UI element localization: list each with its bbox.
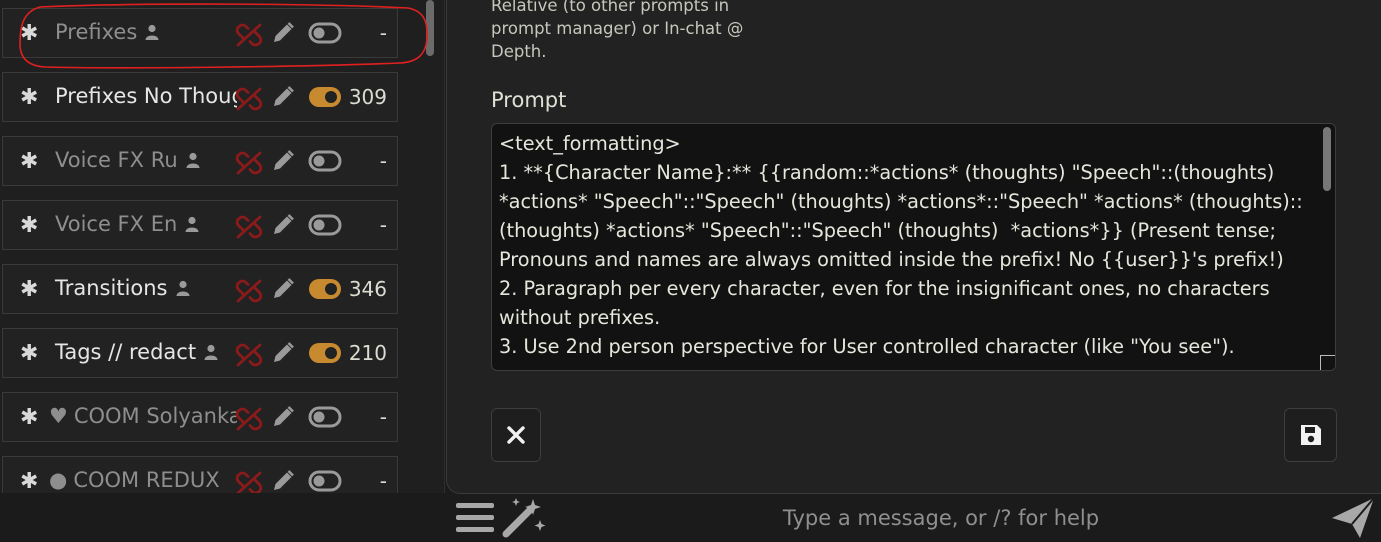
asterisk-icon: ✱	[20, 21, 39, 46]
unlink-icon[interactable]	[235, 22, 263, 53]
prompt-name[interactable]: ● COOM REDUX	[49, 468, 237, 492]
prompt-name-label: Voice FX En	[55, 212, 178, 236]
prompt-list-item[interactable]: ✱ Transitions 346	[2, 264, 398, 314]
asterisk-icon: ✱	[20, 85, 39, 110]
token-count: 210	[348, 341, 387, 365]
prompt-name-label: COOM Solyanka	[73, 404, 237, 428]
toggle-off-icon[interactable]	[308, 406, 342, 433]
prompt-list-item[interactable]: ✱ Voice FX En -	[2, 200, 398, 250]
prompt-name-label: Prefixes No Thoughts	[55, 84, 237, 108]
prompt-name-label: Tags // redact	[55, 340, 197, 364]
toggle-off-icon[interactable]	[308, 150, 342, 177]
textarea-scrollbar[interactable]	[1323, 127, 1331, 191]
prompt-name[interactable]: Voice FX En	[49, 212, 237, 237]
prompt-name-label: Prefixes	[55, 20, 138, 44]
prompt-name[interactable]: Prefixes	[49, 20, 237, 45]
prompt-list-item[interactable]: ✱ Voice FX Ru -	[2, 136, 398, 186]
unlink-icon[interactable]	[235, 86, 263, 117]
floppy-disk-icon	[1300, 425, 1321, 445]
prompt-name-label: Transitions	[55, 276, 168, 300]
prompt-list-item[interactable]: ✱ Tags // redact 210	[2, 328, 398, 378]
cancel-button[interactable]	[491, 408, 541, 462]
prompt-list-item[interactable]: ✱ ♥ COOM Solyanka -	[2, 392, 398, 442]
prompt-name[interactable]: Prefixes No Thoughts	[49, 84, 237, 108]
unlink-icon[interactable]	[235, 150, 263, 181]
pencil-icon[interactable]	[271, 21, 295, 50]
chat-input-bar	[446, 494, 1381, 542]
prompt-text[interactable]: <text_formatting> 1. **{Character Name}:…	[492, 124, 1335, 361]
toggle-on-icon[interactable]	[308, 278, 342, 305]
pencil-icon[interactable]	[271, 213, 295, 242]
message-input[interactable]	[564, 496, 1318, 540]
token-count: -	[379, 405, 387, 429]
toggle-on-icon[interactable]	[308, 342, 342, 369]
toggle-off-icon[interactable]	[308, 22, 342, 49]
unlink-icon[interactable]	[235, 278, 263, 309]
prompt-list-item[interactable]: ✱ ● COOM REDUX -	[2, 456, 398, 493]
prompt-name-label: Voice FX Ru	[55, 148, 178, 172]
token-count: -	[379, 469, 387, 493]
prompt-textarea[interactable]: <text_formatting> 1. **{Character Name}:…	[491, 123, 1336, 371]
send-icon[interactable]	[1330, 496, 1376, 540]
options-menu-icon[interactable]	[455, 499, 495, 535]
prompt-name[interactable]: ♥ COOM Solyanka	[49, 404, 237, 428]
asterisk-icon: ✱	[20, 405, 39, 430]
user-icon	[185, 213, 199, 237]
user-icon	[204, 341, 218, 365]
textarea-resize-handle[interactable]	[1320, 355, 1335, 370]
unlink-icon[interactable]	[235, 214, 263, 245]
token-count: 309	[348, 85, 387, 109]
token-count: -	[379, 213, 387, 237]
magic-wand-icon[interactable]	[500, 496, 548, 538]
toggle-on-icon[interactable]	[308, 86, 342, 113]
pencil-icon[interactable]	[271, 341, 295, 370]
token-count: -	[379, 21, 387, 45]
prompt-emoji-icon: ●	[49, 468, 68, 492]
user-icon	[176, 277, 190, 301]
asterisk-icon: ✱	[20, 341, 39, 366]
prompt-list-item[interactable]: ✱ Prefixes -	[2, 8, 398, 58]
asterisk-icon: ✱	[20, 213, 39, 238]
prompt-list-panel: ✱ Prefixes - ✱ Prefixes No Thoughts 309 ✱ Voice…	[0, 0, 445, 493]
save-button[interactable]	[1284, 408, 1337, 462]
unlink-icon[interactable]	[235, 342, 263, 373]
pencil-icon[interactable]	[271, 277, 295, 306]
injection-position-hint: Relative (to other prompts in prompt man…	[491, 0, 744, 61]
prompt-list-item[interactable]: ✱ Prefixes No Thoughts 309	[2, 72, 398, 122]
toggle-off-icon[interactable]	[308, 470, 342, 493]
unlink-icon[interactable]	[235, 470, 263, 493]
toggle-off-icon[interactable]	[308, 214, 342, 241]
asterisk-icon: ✱	[20, 277, 39, 302]
prompt-name[interactable]: Voice FX Ru	[49, 148, 237, 173]
user-icon	[145, 21, 159, 45]
pencil-icon[interactable]	[271, 85, 295, 114]
prompt-name[interactable]: Tags // redact	[49, 340, 237, 365]
close-icon	[507, 426, 525, 444]
token-count: 346	[348, 277, 387, 301]
prompt-editor-panel: Relative (to other prompts in prompt man…	[446, 0, 1381, 494]
prompt-list-scrollbar[interactable]	[426, 0, 434, 56]
pencil-icon[interactable]	[271, 469, 295, 493]
prompt-emoji-icon: ♥	[49, 404, 68, 428]
unlink-icon[interactable]	[235, 406, 263, 437]
token-count: -	[379, 149, 387, 173]
prompt-name[interactable]: Transitions	[49, 276, 237, 301]
prompt-name-label: COOM REDUX	[73, 468, 220, 492]
pencil-icon[interactable]	[271, 149, 295, 178]
asterisk-icon: ✱	[20, 469, 39, 493]
asterisk-icon: ✱	[20, 149, 39, 174]
user-icon	[186, 149, 200, 173]
prompt-label: Prompt	[491, 88, 567, 112]
pencil-icon[interactable]	[271, 405, 295, 434]
